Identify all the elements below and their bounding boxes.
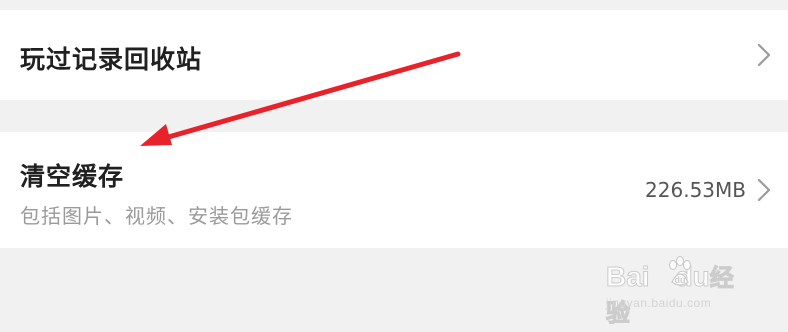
baidu-jingyan-watermark: Bai du经验 du jingyan.baidu.com (606, 256, 756, 328)
chevron-right-icon (757, 43, 771, 67)
cache-size-value: 226.53MB (645, 178, 746, 202)
recycle-bin-row[interactable]: 玩过记录回收站 (0, 10, 788, 100)
clear-cache-description: 包括图片、视频、安装包缓存 (20, 204, 293, 228)
paw-logo-icon: du (668, 256, 692, 286)
clear-cache-title: 清空缓存 (20, 162, 125, 191)
chevron-right-icon (757, 178, 771, 202)
recycle-bin-title: 玩过记录回收站 (20, 45, 203, 74)
settings-screen: 玩过记录回收站 清空缓存 包括图片、视频、安装包缓存 226.53MB Bai d… (0, 0, 788, 332)
clear-cache-row[interactable]: 清空缓存 包括图片、视频、安装包缓存 226.53MB (0, 132, 788, 248)
watermark-url: jingyan.baidu.com (606, 296, 712, 310)
svg-text:du: du (675, 275, 686, 285)
